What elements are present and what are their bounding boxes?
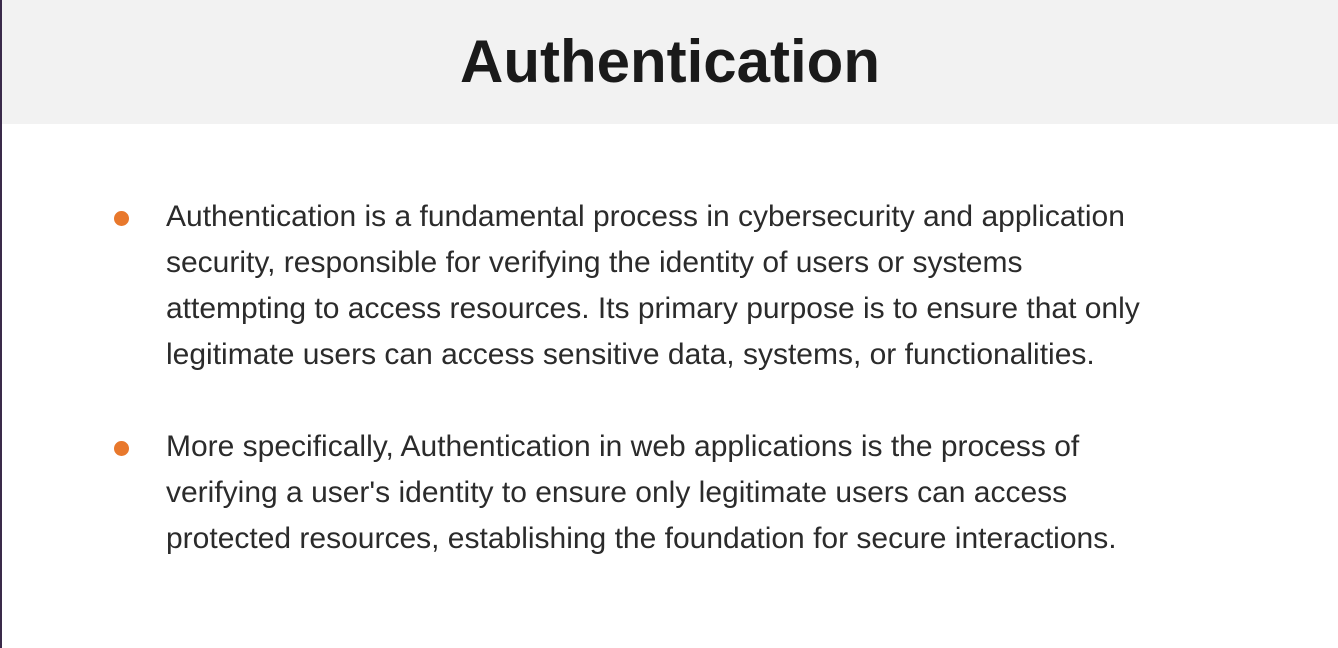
presentation-slide: Authentication Authentication is a funda… [0,0,1338,648]
slide-title: Authentication [460,28,880,95]
bullet-text: More specifically, Authentication in web… [166,430,1117,555]
bullet-dot-icon [114,441,129,456]
bullet-dot-icon [114,211,129,226]
bullet-text: Authentication is a fundamental process … [166,200,1140,371]
title-bar: Authentication [2,0,1338,124]
